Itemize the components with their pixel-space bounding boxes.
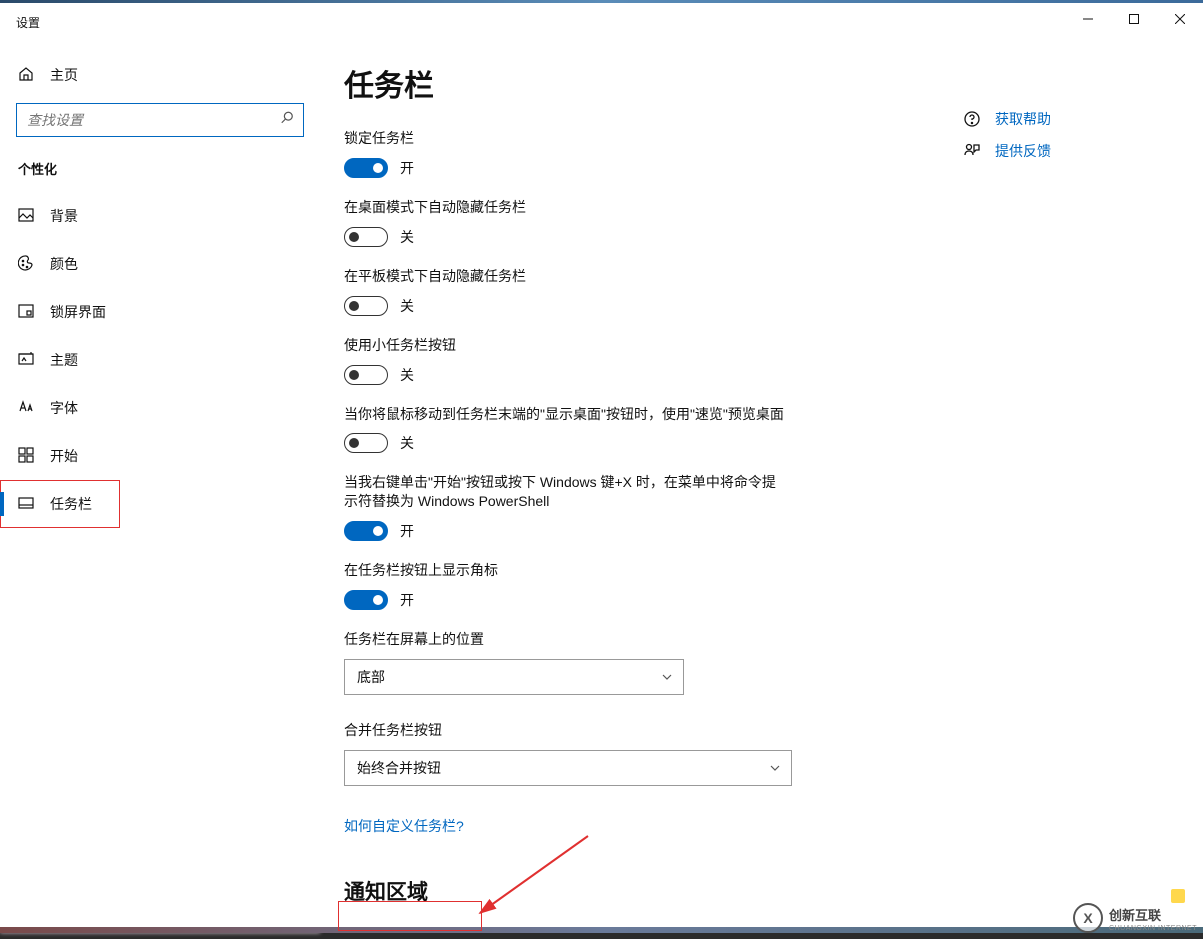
watermark-subtext: CHUANGXIN INTERNET <box>1109 925 1197 932</box>
toggle-state: 开 <box>400 158 414 178</box>
toggle-state: 关 <box>400 227 414 247</box>
dropdown-value: 始终合并按钮 <box>357 758 441 778</box>
sidebar-item-lockscreen[interactable]: 锁屏界面 <box>0 288 320 336</box>
rail-label: 提供反馈 <box>995 141 1051 161</box>
toggle-state: 关 <box>400 365 414 385</box>
setting-label: 在平板模式下自动隐藏任务栏 <box>344 267 784 286</box>
dropdown-taskbar-position[interactable]: 底部 <box>344 659 684 695</box>
setting-label: 当我右键单击"开始"按钮或按下 Windows 键+X 时，在菜单中将命令提示符… <box>344 473 784 511</box>
sidebar-item-label: 任务栏 <box>50 494 92 514</box>
palette-icon <box>18 255 34 274</box>
home-button[interactable]: 主页 <box>0 53 320 103</box>
titlebar: 设置 <box>0 3 1203 41</box>
feedback-icon <box>963 142 981 160</box>
rail-label: 获取帮助 <box>995 109 1051 129</box>
close-button[interactable] <box>1157 3 1203 35</box>
help-icon <box>963 110 981 128</box>
toggle-autohide-tablet[interactable] <box>344 296 388 316</box>
setting-label: 在任务栏按钮上显示角标 <box>344 561 784 580</box>
sidebar-section-label: 个性化 <box>0 159 320 192</box>
sidebar-item-label: 字体 <box>50 398 78 418</box>
settings-window: 设置 主页 个性化 背景 颜色 <box>0 3 1203 933</box>
setting-label: 任务栏在屏幕上的位置 <box>344 630 784 649</box>
home-label: 主页 <box>50 65 78 85</box>
sidebar-item-label: 背景 <box>50 206 78 226</box>
fonts-icon <box>18 399 34 418</box>
sidebar-item-background[interactable]: 背景 <box>0 192 320 240</box>
toggle-small-buttons[interactable] <box>344 365 388 385</box>
setting-label: 锁定任务栏 <box>344 129 784 148</box>
sidebar-item-label: 颜色 <box>50 254 78 274</box>
sidebar-item-label: 主题 <box>50 350 78 370</box>
start-icon <box>18 447 34 466</box>
toggle-state: 开 <box>400 521 414 541</box>
main-panel: 任务栏 锁定任务栏 开 在桌面模式下自动隐藏任务栏 关 在平板模式下自动隐藏任务… <box>320 3 1203 933</box>
bottom-edge <box>0 927 1203 933</box>
watermark-logo-icon: X <box>1073 903 1103 933</box>
rail-get-help[interactable]: 获取帮助 <box>963 109 1163 129</box>
home-icon <box>18 66 34 85</box>
lockscreen-icon <box>18 303 34 322</box>
toggle-lock-taskbar[interactable] <box>344 158 388 178</box>
watermark-accent <box>1171 889 1185 903</box>
sidebar-item-themes[interactable]: 主题 <box>0 336 320 384</box>
sidebar-item-fonts[interactable]: 字体 <box>0 384 320 432</box>
watermark-text: 创新互联 <box>1109 908 1161 923</box>
section-notification-area: 通知区域 <box>344 876 1110 906</box>
sidebar-item-colors[interactable]: 颜色 <box>0 240 320 288</box>
setting-label: 使用小任务栏按钮 <box>344 336 784 355</box>
search-icon <box>280 111 294 130</box>
sidebar-item-label: 开始 <box>50 446 78 466</box>
toggle-state: 关 <box>400 433 414 453</box>
sidebar: 主页 个性化 背景 颜色 锁屏界面 主题 字体 开始 <box>0 3 320 933</box>
toggle-peek-preview[interactable] <box>344 433 388 453</box>
sidebar-item-taskbar[interactable]: 任务栏 <box>0 480 120 528</box>
toggle-badges[interactable] <box>344 590 388 610</box>
page-title: 任务栏 <box>344 61 1110 105</box>
themes-icon <box>18 351 34 370</box>
taskbar-icon <box>18 495 34 514</box>
chevron-down-icon <box>661 671 673 683</box>
right-rail: 获取帮助 提供反馈 <box>963 109 1163 173</box>
search-input[interactable] <box>16 103 304 137</box>
watermark: X 创新互联 CHUANGXIN INTERNET <box>1073 903 1197 933</box>
toggle-state: 开 <box>400 590 414 610</box>
dropdown-value: 底部 <box>357 667 385 687</box>
setting-label: 合并任务栏按钮 <box>344 721 784 740</box>
sidebar-item-start[interactable]: 开始 <box>0 432 320 480</box>
sidebar-item-label: 锁屏界面 <box>50 302 106 322</box>
link-customize-taskbar[interactable]: 如何自定义任务栏? <box>344 816 464 836</box>
minimize-button[interactable] <box>1065 3 1111 35</box>
dropdown-combine-buttons[interactable]: 始终合并按钮 <box>344 750 792 786</box>
setting-label: 当你将鼠标移动到任务栏末端的"显示桌面"按钮时，使用"速览"预览桌面 <box>344 405 784 424</box>
setting-label: 在桌面模式下自动隐藏任务栏 <box>344 198 784 217</box>
maximize-button[interactable] <box>1111 3 1157 35</box>
chevron-down-icon <box>769 762 781 774</box>
rail-feedback[interactable]: 提供反馈 <box>963 141 1163 161</box>
toggle-powershell[interactable] <box>344 521 388 541</box>
toggle-state: 关 <box>400 296 414 316</box>
window-title: 设置 <box>0 14 40 31</box>
toggle-autohide-desktop[interactable] <box>344 227 388 247</box>
picture-icon <box>18 207 34 226</box>
